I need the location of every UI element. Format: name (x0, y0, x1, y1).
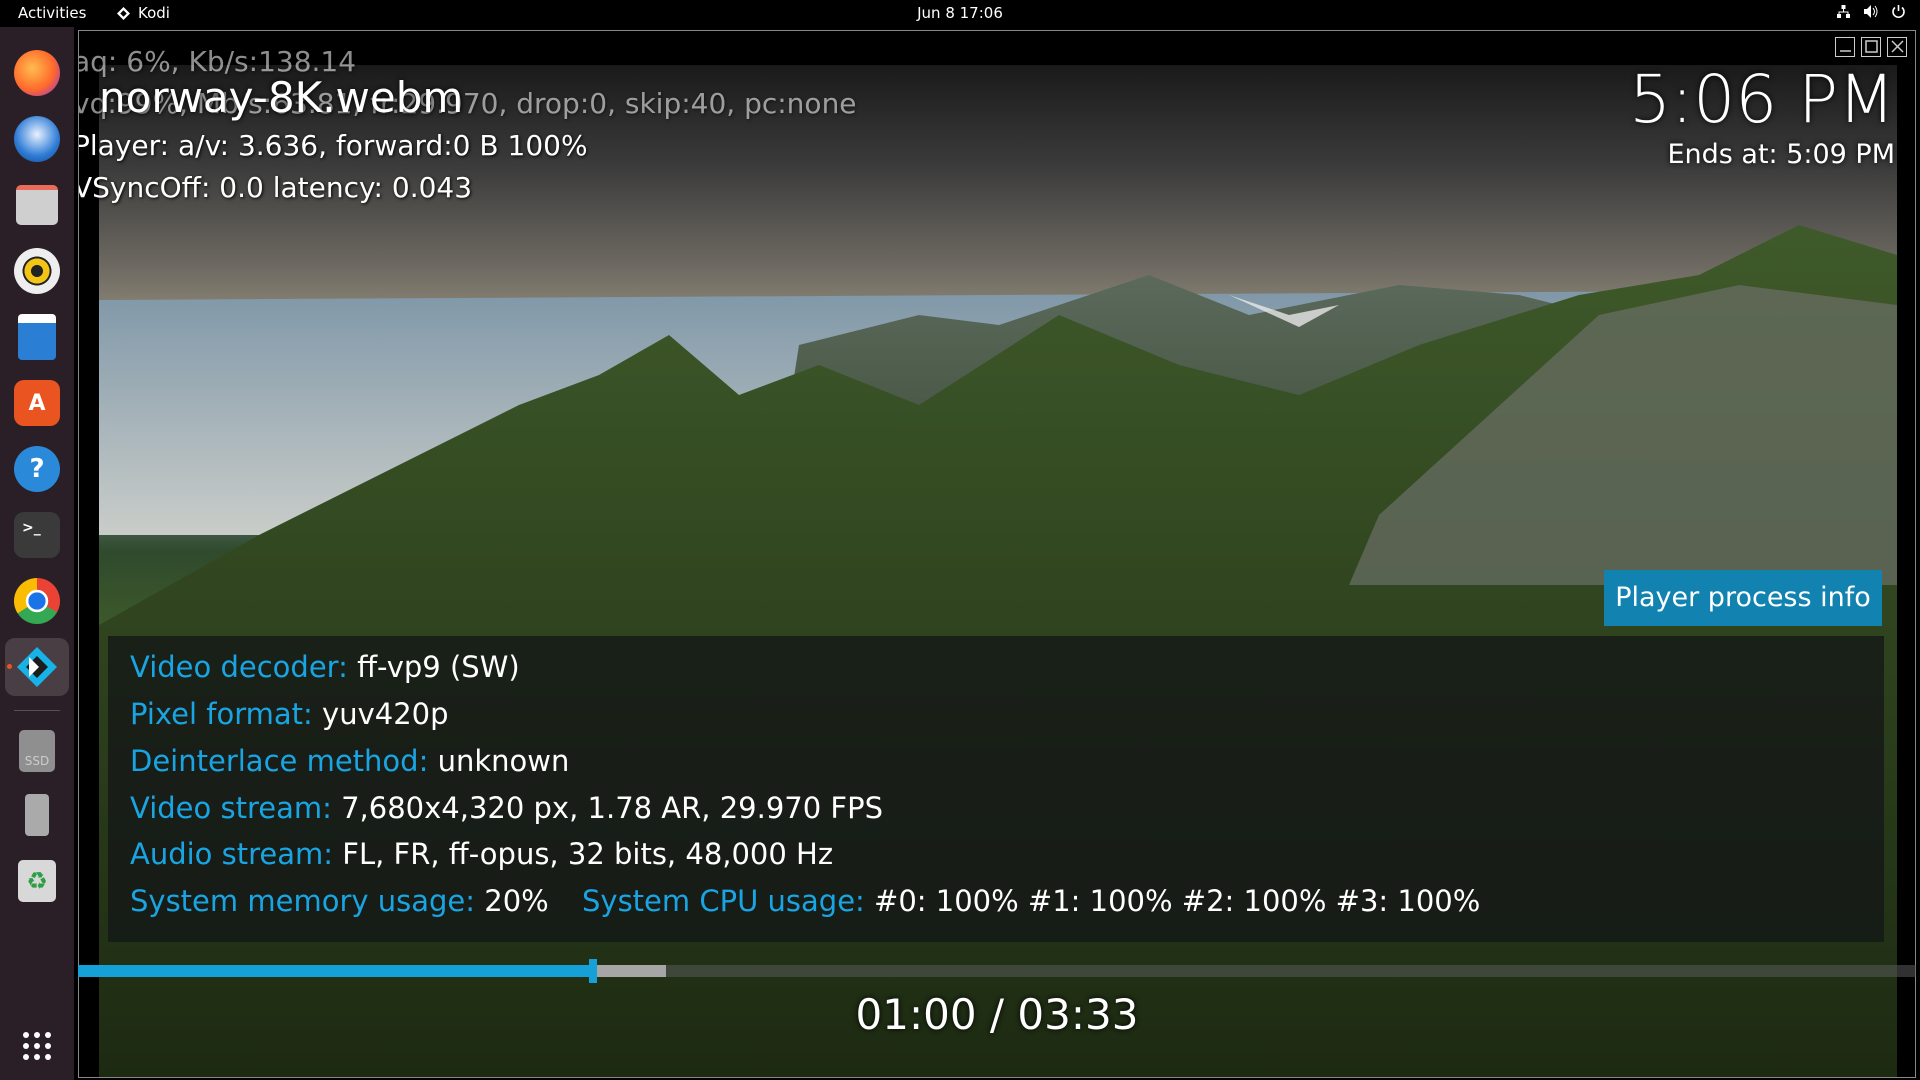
memory-usage-row: System memory usage: 20% (130, 884, 549, 918)
show-apps-button[interactable] (5, 1017, 69, 1075)
window-controls (1835, 37, 1907, 57)
usb-drive-icon (25, 794, 49, 836)
media-title: norway-8K.webm (99, 73, 464, 122)
dock-usb-drive[interactable] (5, 786, 69, 844)
seek-bar-progress (78, 965, 593, 977)
playback-timecode: 01:00 / 03:33 (855, 990, 1139, 1039)
dock-firefox[interactable] (5, 44, 69, 102)
dock-files[interactable] (5, 176, 69, 234)
dock-rhythmbox[interactable] (5, 242, 69, 300)
kodi-diamond-icon (117, 6, 130, 20)
pixel-format-label: Pixel format: (130, 697, 313, 731)
dock-chrome[interactable] (5, 572, 69, 630)
trash-icon: ♻ (18, 860, 56, 902)
player-process-info-panel: Video decoder: ff-vp9 (SW) Pixel format:… (108, 636, 1884, 942)
dock-separator (14, 710, 60, 711)
help-icon: ? (14, 446, 60, 492)
system-tray[interactable] (1836, 4, 1906, 19)
ends-at-time: Ends at: 5:09 PM (1667, 139, 1895, 170)
deinterlace-label: Deinterlace method: (130, 744, 429, 778)
maximize-button[interactable] (1861, 37, 1881, 57)
video-decoder-value: ff-vp9 (SW) (357, 650, 520, 684)
thunderbird-icon (14, 116, 60, 162)
dock-help[interactable]: ? (5, 440, 69, 498)
app-grid-icon (23, 1032, 51, 1060)
video-stream-row: Video stream: 7,680x4,320 px, 1.78 AR, 2… (130, 791, 883, 825)
date-time[interactable]: Jun 8 17:06 (917, 4, 1003, 22)
video-decoder-row: Video decoder: ff-vp9 (SW) (130, 650, 520, 684)
system-top-bar: Activities Kodi Jun 8 17:06 (0, 0, 1920, 27)
dock-kodi[interactable] (5, 638, 69, 696)
memory-usage-label: System memory usage: (130, 884, 476, 918)
deinterlace-value: unknown (437, 744, 570, 778)
osd-clock: 5:06 PM (1629, 61, 1895, 138)
cpu-usage-row: System CPU usage: #0: 100% #1: 100% #2: … (582, 884, 1480, 918)
files-icon (16, 185, 58, 225)
app-menu[interactable]: Kodi (117, 4, 170, 22)
seek-bar-handle[interactable] (589, 959, 597, 983)
debug-vsync-line: VSyncOff: 0.0 latency: 0.043 (78, 171, 473, 204)
pixel-format-row: Pixel format: yuv420p (130, 697, 449, 731)
dock: A ? >_ SSD ♻ (0, 27, 74, 1080)
debug-player-line: Player: a/v: 3.636, forward:0 B 100% (78, 129, 588, 162)
dock-thunderbird[interactable] (5, 110, 69, 168)
app-menu-label: Kodi (138, 4, 170, 22)
close-icon (1890, 40, 1904, 53)
ssd-drive-icon: SSD (19, 730, 55, 772)
video-stream-value: 7,680x4,320 px, 1.78 AR, 29.970 FPS (341, 791, 884, 825)
dock-app-center[interactable]: A (5, 374, 69, 432)
activities-button[interactable]: Activities (18, 4, 86, 22)
chrome-icon (14, 578, 60, 624)
audio-stream-row: Audio stream: FL, FR, ff-opus, 32 bits, … (130, 837, 833, 871)
minimize-icon (1839, 50, 1851, 52)
cpu-usage-value: #0: 100% #1: 100% #2: 100% #3: 100% (874, 884, 1481, 918)
firefox-icon (14, 50, 60, 96)
kodi-icon (14, 644, 60, 690)
audio-stream-value: FL, FR, ff-opus, 32 bits, 48,000 Hz (342, 837, 834, 871)
app-center-icon: A (14, 380, 60, 426)
rhythmbox-icon (14, 248, 60, 294)
deinterlace-row: Deinterlace method: unknown (130, 744, 569, 778)
dock-ssd-drive[interactable]: SSD (5, 722, 69, 780)
power-icon (1892, 5, 1905, 19)
terminal-icon: >_ (14, 512, 60, 558)
dock-trash[interactable]: ♻ (5, 852, 69, 910)
network-icon (1837, 5, 1850, 18)
dock-libreoffice-writer[interactable] (5, 308, 69, 366)
video-stream-label: Video stream: (130, 791, 332, 825)
active-indicator (7, 664, 12, 669)
audio-stream-label: Audio stream: (130, 837, 334, 871)
pixel-format-value: yuv420p (322, 697, 449, 731)
writer-icon (18, 314, 56, 360)
memory-usage-value: 20% (484, 884, 549, 918)
debug-overlay: aq: 6%, Kb/s:138.14 vq:99%, Mb/s:63.81, … (78, 41, 857, 209)
cpu-usage-label: System CPU usage: (582, 884, 865, 918)
dock-terminal[interactable]: >_ (5, 506, 69, 564)
video-decoder-label: Video decoder: (130, 650, 348, 684)
player-process-info-button[interactable]: Player process info (1604, 570, 1882, 626)
volume-icon (1864, 5, 1878, 18)
minimize-button[interactable] (1835, 37, 1855, 57)
maximize-icon (1864, 40, 1878, 53)
close-button[interactable] (1887, 37, 1907, 57)
